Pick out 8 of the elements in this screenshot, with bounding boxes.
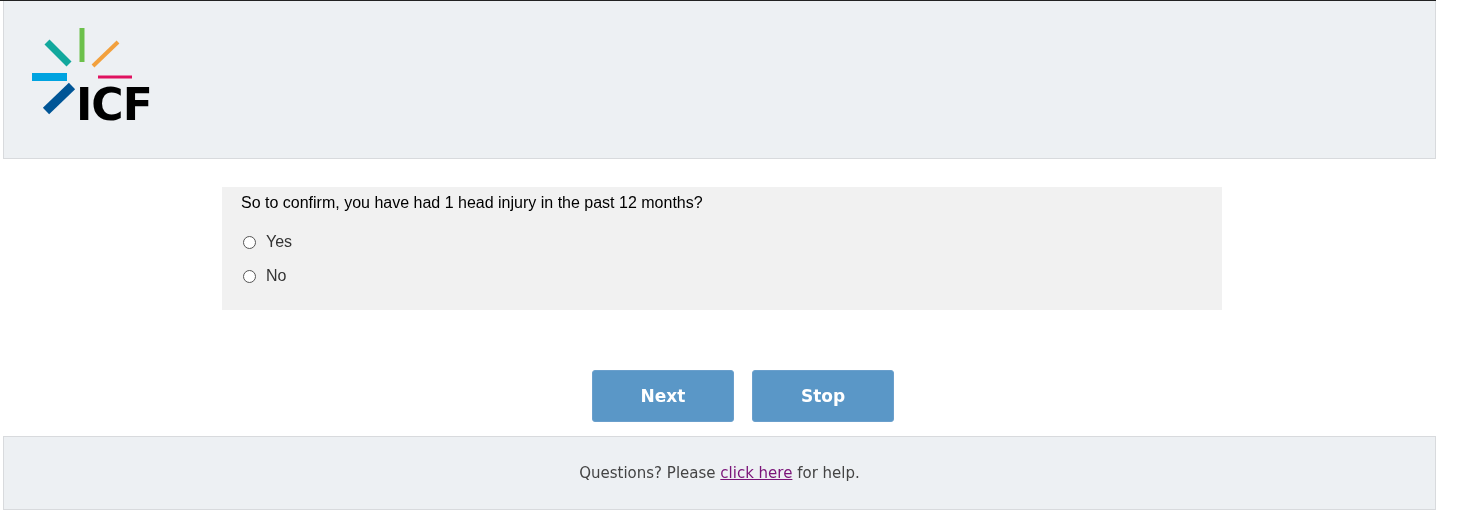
question-text: So to confirm, you have had 1 head injury in the past 12 months? xyxy=(241,194,703,212)
radio-button[interactable] xyxy=(243,235,256,249)
radio-button[interactable] xyxy=(243,269,256,283)
help-link[interactable]: click here xyxy=(720,464,793,482)
logo-text: ICF xyxy=(76,83,152,127)
help-text: Questions? Please click here for help. xyxy=(579,464,860,482)
option-label[interactable]: Yes xyxy=(266,233,293,251)
option-label[interactable]: No xyxy=(266,267,287,285)
